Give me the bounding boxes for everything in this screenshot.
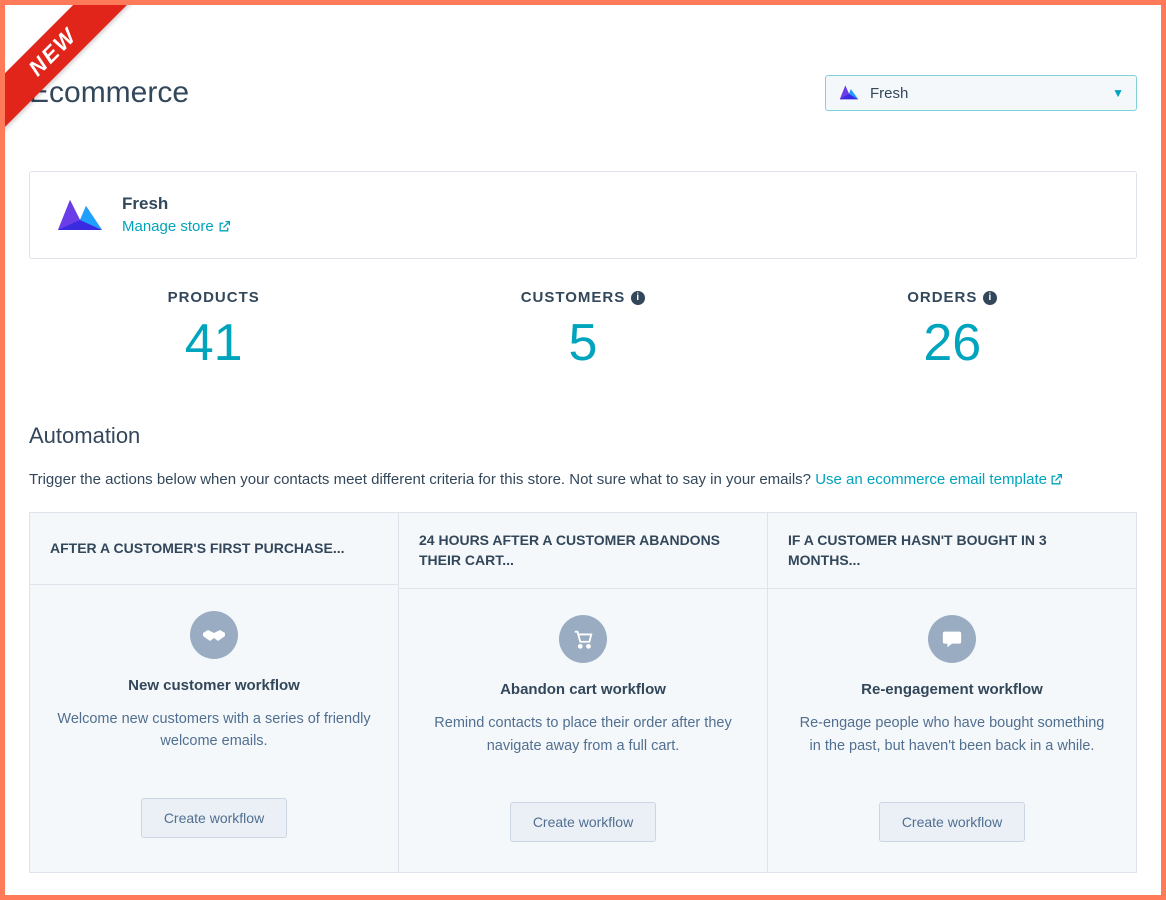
create-workflow-button[interactable]: Create workflow (510, 802, 656, 842)
page-title: Ecommerce (29, 76, 189, 110)
workflow-card-abandon-cart: 24 HOURS AFTER A CUSTOMER ABANDONS THEIR… (399, 513, 768, 872)
workflow-name: Abandon cart workflow (500, 681, 666, 698)
store-dropdown-label: Fresh (870, 85, 1112, 102)
caret-down-icon: ▼ (1112, 86, 1124, 100)
metric-customers-value: 5 (398, 313, 767, 373)
metric-orders-value: 26 (768, 313, 1137, 373)
store-logo-icon (56, 196, 104, 234)
automation-subtitle-text: Trigger the actions below when your cont… (29, 471, 815, 488)
manage-store-link-label: Manage store (122, 218, 214, 235)
metric-products: PRODUCTS 41 (29, 289, 398, 373)
workflow-cards: AFTER A CUSTOMER'S FIRST PURCHASE... New… (29, 512, 1137, 873)
external-link-icon (1050, 473, 1063, 486)
metrics-row: PRODUCTS 41 CUSTOMERS i 5 ORDERS i 26 (29, 289, 1137, 373)
manage-store-link[interactable]: Manage store (122, 218, 231, 235)
create-workflow-button[interactable]: Create workflow (141, 798, 287, 838)
store-card: Fresh Manage store (29, 171, 1137, 259)
store-dropdown[interactable]: Fresh ▼ (825, 75, 1137, 111)
workflow-name: New customer workflow (128, 677, 300, 694)
metric-customers-label: CUSTOMERS (521, 289, 626, 306)
workflow-card-re-engagement: IF A CUSTOMER HASN'T BOUGHT IN 3 MONTHS.… (768, 513, 1136, 872)
chat-icon (928, 615, 976, 663)
cart-icon (559, 615, 607, 663)
automation-subtitle: Trigger the actions below when your cont… (29, 471, 1137, 488)
automation-title: Automation (29, 423, 1137, 449)
workflow-card-header: 24 HOURS AFTER A CUSTOMER ABANDONS THEIR… (399, 513, 767, 589)
store-logo-icon (838, 82, 860, 104)
handshake-icon (190, 611, 238, 659)
info-icon[interactable]: i (631, 291, 645, 305)
workflow-name: Re-engagement workflow (861, 681, 1043, 698)
workflow-description: Remind contacts to place their order aft… (423, 712, 743, 776)
workflow-card-header: IF A CUSTOMER HASN'T BOUGHT IN 3 MONTHS.… (768, 513, 1136, 589)
workflow-card-header: AFTER A CUSTOMER'S FIRST PURCHASE... (30, 513, 398, 585)
info-icon[interactable]: i (983, 291, 997, 305)
metric-orders: ORDERS i 26 (768, 289, 1137, 373)
ecommerce-template-link[interactable]: Use an ecommerce email template (815, 471, 1063, 488)
metric-products-value: 41 (29, 313, 398, 373)
external-link-icon (218, 220, 231, 233)
workflow-card-new-customer: AFTER A CUSTOMER'S FIRST PURCHASE... New… (30, 513, 399, 872)
create-workflow-button[interactable]: Create workflow (879, 802, 1025, 842)
metric-products-label: PRODUCTS (168, 289, 260, 306)
metric-orders-label: ORDERS (907, 289, 977, 306)
workflow-description: Re-engage people who have bought somethi… (792, 712, 1112, 776)
store-name: Fresh (122, 194, 231, 214)
workflow-description: Welcome new customers with a series of f… (54, 708, 374, 772)
metric-customers: CUSTOMERS i 5 (398, 289, 767, 373)
ecommerce-template-link-label: Use an ecommerce email template (815, 471, 1047, 488)
